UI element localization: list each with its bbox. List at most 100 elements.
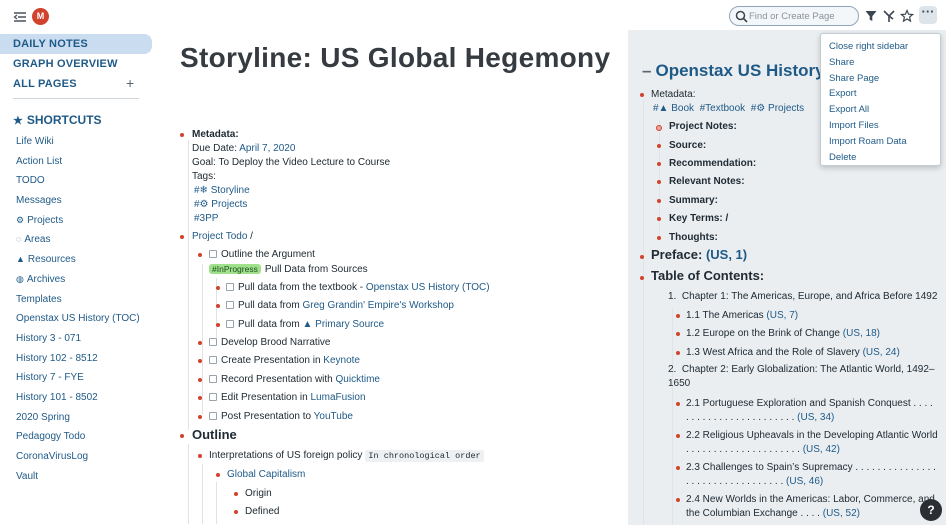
toc-section[interactable]: 2.2 Religious Upheavals in the Developin… — [686, 429, 938, 457]
rs-field-source[interactable]: Source: — [669, 139, 706, 153]
page-title[interactable]: Storyline: US Global Hegemony — [180, 42, 620, 74]
shortcut-item[interactable]: Pedagogy Todo — [0, 427, 160, 447]
bullet[interactable] — [676, 466, 680, 470]
bullet[interactable] — [198, 454, 202, 458]
rs-preface[interactable]: Preface: (US, 1) — [651, 248, 747, 262]
menu-item[interactable]: Export All — [821, 102, 940, 118]
shortcut-item[interactable]: Openstax US History (TOC) — [0, 309, 160, 329]
nav-daily-notes[interactable]: DAILY NOTES — [0, 34, 152, 54]
bullet[interactable] — [216, 304, 220, 308]
bullet[interactable] — [657, 199, 661, 203]
bullet[interactable] — [180, 235, 184, 239]
add-page-icon[interactable]: + — [126, 75, 134, 91]
openstax-link[interactable]: Openstax US History (TOC) — [366, 282, 490, 293]
task-checkbox[interactable] — [226, 320, 234, 328]
rs-field-recommendation[interactable]: Recommendation: — [669, 157, 756, 171]
shortcut-item[interactable]: Messages — [0, 191, 160, 211]
bullet[interactable] — [198, 378, 202, 382]
project-todo-link[interactable]: Project Todo — [192, 231, 247, 242]
quicktime-link[interactable]: Quicktime — [336, 374, 380, 385]
avatar[interactable]: M — [32, 8, 49, 25]
toc-section[interactable]: 1.3 West Africa and the Role of Slavery … — [686, 346, 900, 360]
shortcut-item[interactable]: TODO — [0, 171, 160, 191]
inprogress-tag[interactable]: #InProgress — [209, 264, 261, 274]
toc-section-ref[interactable]: (US, 24) — [863, 347, 900, 358]
preface-ref[interactable]: (US, 1) — [706, 247, 747, 262]
bullet[interactable] — [180, 133, 184, 137]
menu-item[interactable]: Export — [821, 86, 940, 102]
help-button[interactable]: ? — [920, 499, 942, 521]
bullet[interactable] — [676, 351, 680, 355]
task-checkbox[interactable] — [209, 393, 217, 401]
bullet[interactable] — [198, 415, 202, 419]
bullet[interactable] — [640, 93, 644, 97]
due-date-link[interactable]: April 7, 2020 — [239, 143, 295, 154]
bullet[interactable] — [676, 314, 680, 318]
toc-section[interactable]: 2.4 New Worlds in the Americas: Labor, C… — [686, 493, 938, 521]
bullet[interactable] — [676, 498, 680, 502]
shortcut-item[interactable]: ◌ Areas — [0, 230, 160, 250]
bullet[interactable] — [234, 510, 238, 514]
toc-section[interactable]: 2.1 Portuguese Exploration and Spanish C… — [686, 397, 938, 425]
collapse-sidebar-icon[interactable] — [13, 11, 27, 23]
rs-chapter1[interactable]: 1. Chapter 1: The Americas, Europe, and … — [668, 290, 937, 304]
nav-all-pages[interactable]: ALL PAGES — [0, 74, 160, 94]
bullet[interactable] — [676, 434, 680, 438]
shortcut-item[interactable]: History 3 - 071 — [0, 329, 160, 349]
bullet[interactable] — [216, 323, 220, 327]
metadata-block[interactable]: Metadata: Due Date: April 7, 2020 Goal: … — [192, 128, 390, 226]
menu-item[interactable]: Share — [821, 55, 940, 71]
toc-section[interactable]: 2.3 Challenges to Spain’s Supremacy . . … — [686, 461, 938, 489]
shortcut-item[interactable]: History 102 - 8512 — [0, 349, 160, 369]
bullet[interactable] — [198, 359, 202, 363]
toc-section-ref[interactable]: (US, 7) — [766, 310, 798, 321]
task-checkbox[interactable] — [226, 301, 234, 309]
search-input[interactable] — [749, 9, 855, 23]
shortcut-item[interactable]: History 101 - 8502 — [0, 388, 160, 408]
bullet[interactable] — [640, 276, 644, 280]
bullet[interactable] — [657, 180, 661, 184]
keynote-link[interactable]: Keynote — [323, 355, 360, 366]
task-checkbox[interactable] — [209, 356, 217, 364]
primary-source-link[interactable]: ▲ Primary Source — [302, 319, 384, 330]
shortcut-item[interactable]: 2020 Spring — [0, 408, 160, 428]
tag-book[interactable]: #▲ Book — [653, 103, 694, 114]
rs-field-project-notes[interactable]: Project Notes: — [669, 120, 737, 134]
task-checkbox[interactable] — [209, 375, 217, 383]
shortcut-item[interactable]: Vault — [0, 467, 160, 487]
bullet[interactable] — [180, 434, 184, 438]
interpretations-line[interactable]: Interpretations of US foreign policy In c… — [209, 449, 484, 463]
more-options-button[interactable]: ··· — [919, 5, 937, 24]
task-checkbox[interactable] — [209, 412, 217, 420]
bullet[interactable] — [657, 144, 661, 148]
bullet[interactable] — [198, 396, 202, 400]
rs-field-key-terms[interactable]: Key Terms: / — [669, 212, 728, 226]
shortcut-item[interactable]: ▲ Resources — [0, 250, 160, 270]
global-capitalism-link[interactable]: Global Capitalism — [227, 468, 305, 482]
grandin-link[interactable]: Greg Grandin' Empire's Workshop — [302, 300, 453, 311]
shortcut-item[interactable]: Life Wiki — [0, 132, 160, 152]
defined-item[interactable]: Defined — [245, 505, 279, 519]
bullet[interactable] — [216, 473, 220, 477]
shortcut-item[interactable]: Action List — [0, 152, 160, 172]
right-sidebar-title[interactable]: – Openstax US History ( — [642, 61, 835, 81]
toc-section-ref[interactable]: (US, 18) — [843, 328, 880, 339]
toc-section[interactable]: 1.1 The Americas (US, 7) — [686, 309, 798, 323]
bullet[interactable] — [657, 236, 661, 240]
toc-section-ref[interactable]: (US, 42) — [803, 444, 840, 455]
bullet[interactable] — [640, 255, 644, 259]
tag-projects[interactable]: #⚙ Projects — [192, 198, 390, 212]
rs-field-summary[interactable]: Summary: — [669, 194, 718, 208]
rs-field-thoughts[interactable]: Thoughts: — [669, 231, 718, 245]
tag-storyline[interactable]: #❄ Storyline — [192, 184, 390, 198]
toc-section-ref[interactable]: (US, 46) — [786, 476, 823, 487]
task-checkbox[interactable] — [226, 283, 234, 291]
bullet[interactable] — [676, 402, 680, 406]
star-outline-icon[interactable] — [900, 9, 914, 23]
outline-heading[interactable]: Outline — [192, 428, 237, 442]
menu-item[interactable]: Delete — [821, 150, 940, 166]
task-checkbox[interactable] — [209, 250, 217, 258]
toc-section[interactable]: 1.2 Europe on the Brink of Change (US, 1… — [686, 327, 880, 341]
shortcut-item[interactable]: History 7 - FYE — [0, 368, 160, 388]
bullet[interactable] — [676, 332, 680, 336]
